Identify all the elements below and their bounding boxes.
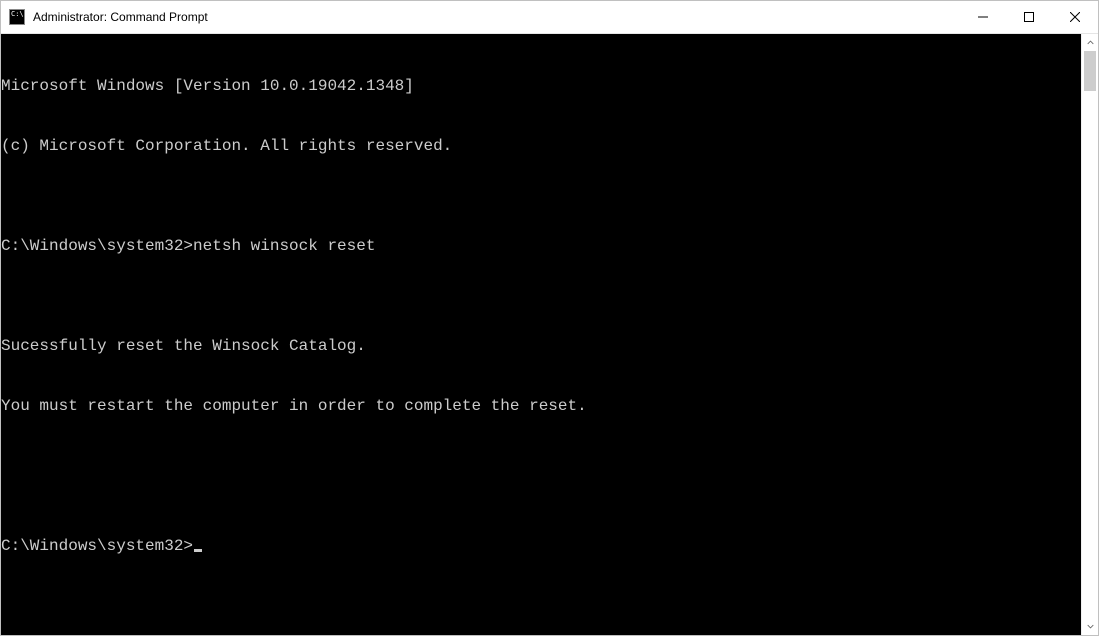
- terminal-line: C:\Windows\system32>netsh winsock reset: [1, 236, 1081, 256]
- window-title: Administrator: Command Prompt: [33, 10, 960, 24]
- terminal-line: You must restart the computer in order t…: [1, 396, 1081, 416]
- vertical-scrollbar[interactable]: [1081, 34, 1098, 635]
- maximize-button[interactable]: [1006, 1, 1052, 33]
- client-area: Microsoft Windows [Version 10.0.19042.13…: [1, 34, 1098, 635]
- terminal-prompt-line: C:\Windows\system32>: [1, 536, 1081, 556]
- scroll-track[interactable]: [1082, 51, 1098, 618]
- scroll-down-button[interactable]: [1082, 618, 1098, 635]
- scroll-thumb[interactable]: [1084, 51, 1096, 91]
- chevron-up-icon: [1087, 39, 1094, 46]
- cmd-icon: [9, 9, 25, 25]
- cursor: [194, 549, 202, 552]
- minimize-button[interactable]: [960, 1, 1006, 33]
- terminal-line: (c) Microsoft Corporation. All rights re…: [1, 136, 1081, 156]
- terminal-line: Microsoft Windows [Version 10.0.19042.13…: [1, 76, 1081, 96]
- maximize-icon: [1024, 12, 1034, 22]
- close-button[interactable]: [1052, 1, 1098, 33]
- terminal-line: Sucessfully reset the Winsock Catalog.: [1, 336, 1081, 356]
- terminal[interactable]: Microsoft Windows [Version 10.0.19042.13…: [1, 34, 1081, 635]
- chevron-down-icon: [1087, 623, 1094, 630]
- minimize-icon: [978, 12, 988, 22]
- scroll-up-button[interactable]: [1082, 34, 1098, 51]
- terminal-prompt: C:\Windows\system32>: [1, 537, 193, 555]
- window: Administrator: Command Prompt Microsoft …: [0, 0, 1099, 636]
- window-controls: [960, 1, 1098, 33]
- titlebar[interactable]: Administrator: Command Prompt: [1, 1, 1098, 34]
- close-icon: [1070, 12, 1080, 22]
